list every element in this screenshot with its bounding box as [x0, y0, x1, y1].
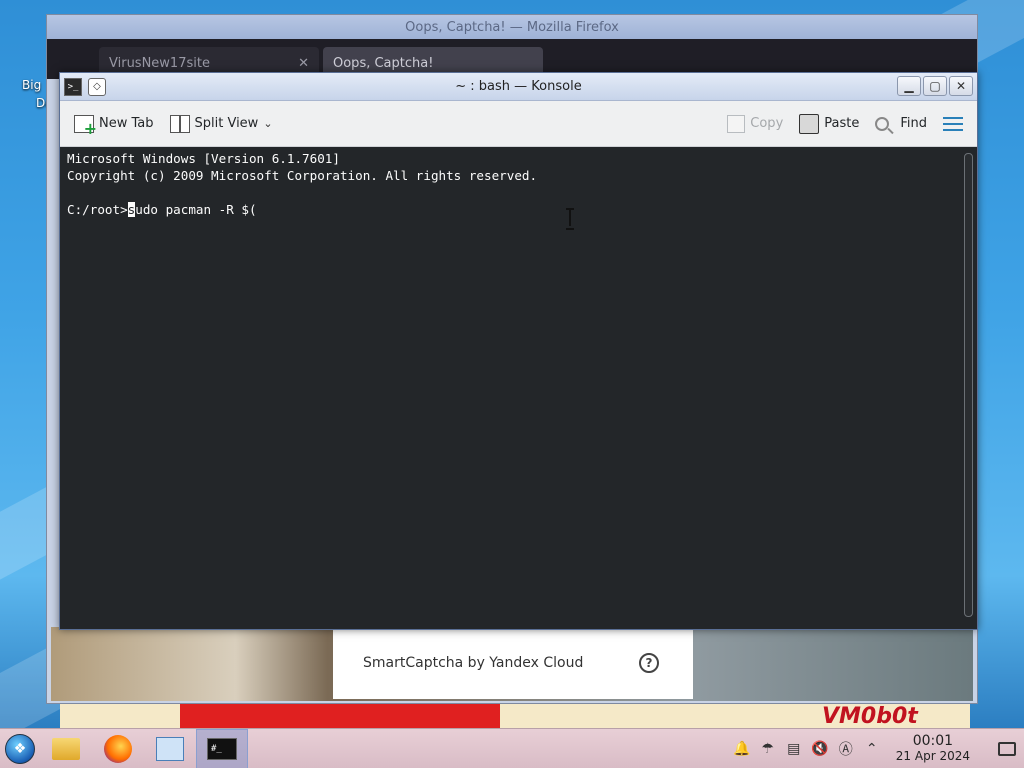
split-view-label: Split View — [194, 116, 259, 131]
taskbar-app-remote-desktop[interactable] — [144, 729, 196, 768]
clock-date: 21 Apr 2024 — [895, 748, 970, 763]
terminal-prompt: C:/root> — [67, 202, 128, 217]
copy-label: Copy — [750, 116, 784, 131]
konsole-toolbar: New Tab Split View ⌄ Copy Paste Find — [60, 101, 977, 147]
window-title: ~ : bash — Konsole — [455, 79, 582, 94]
terminal-icon: #_ — [207, 737, 237, 760]
tab-label: VirusNew17site — [109, 55, 210, 71]
copy-button[interactable]: Copy — [727, 109, 783, 139]
close-button[interactable]: ✕ — [949, 76, 973, 96]
close-icon[interactable]: ✕ — [298, 56, 309, 71]
firefox-window-title: Oops, Captcha! — Mozilla Firefox — [405, 19, 619, 35]
new-tab-button[interactable]: New Tab — [74, 109, 154, 139]
hamburger-menu-icon — [943, 116, 963, 131]
page-background-image: SmartCaptcha by Yandex Cloud ? — [51, 627, 973, 701]
keep-above-icon[interactable]: ◇ — [88, 77, 106, 96]
tab-label: Oops, Captcha! — [333, 55, 434, 71]
find-label: Find — [900, 116, 927, 131]
split-view-icon — [169, 114, 190, 133]
chevron-down-icon[interactable]: ⌄ — [263, 117, 272, 130]
remote-desktop-icon — [156, 736, 184, 761]
terminal-line: Microsoft Windows [Version 6.1.7601] — [67, 151, 340, 166]
konsole-window[interactable]: >_ ◇ ~ : bash — Konsole ▁ ▢ ✕ New Tab Sp… — [59, 72, 978, 630]
konsole-app-icon[interactable]: >_ — [64, 77, 82, 96]
konsole-titlebar[interactable]: >_ ◇ ~ : bash — Konsole ▁ ▢ ✕ — [60, 73, 977, 101]
mouse-ibeam-cursor — [566, 208, 574, 230]
clock-time: 00:01 — [912, 732, 954, 749]
window-controls: ▁ ▢ ✕ — [897, 76, 973, 96]
wallpaper-corner-text: VM0b0t — [822, 704, 918, 729]
clock[interactable]: 00:01 21 Apr 2024 — [895, 732, 970, 764]
taskbar-app-firefox[interactable] — [92, 729, 144, 768]
firefox-icon — [104, 734, 132, 763]
start-button[interactable]: ❖ — [0, 729, 40, 768]
taskbar-app-konsole[interactable]: #_ — [196, 728, 248, 768]
firefox-titlebar[interactable]: Oops, Captcha! — Mozilla Firefox — [47, 15, 977, 39]
copy-icon — [727, 114, 746, 133]
captcha-brand-text[interactable]: SmartCaptcha by Yandex Cloud — [363, 655, 583, 671]
help-icon[interactable]: ? — [639, 653, 659, 673]
terminal-line: Copyright (c) 2009 Microsoft Corporation… — [67, 168, 538, 183]
input-method-icon[interactable]: Ⓐ — [838, 741, 854, 758]
paste-icon — [799, 113, 820, 134]
terminal-output[interactable]: Microsoft Windows [Version 6.1.7601] Cop… — [60, 148, 959, 629]
maximize-button[interactable]: ▢ — [923, 76, 947, 96]
show-desktop-icon[interactable] — [998, 741, 1016, 756]
minimize-button[interactable]: ▁ — [897, 76, 921, 96]
split-view-button[interactable]: Split View ⌄ — [169, 109, 273, 139]
taskbar-app-file-manager[interactable] — [40, 729, 92, 768]
network-icon[interactable]: ☂ — [760, 741, 776, 757]
find-button[interactable]: Find — [875, 109, 927, 139]
windows-logo-icon: ❖ — [5, 733, 35, 764]
volume-muted-icon[interactable]: 🔇 — [811, 741, 828, 757]
taskbar: ❖ #_ 🔔 ☂ ▤ 🔇 Ⓐ ⌃ 00:01 21 Apr 2024 — [0, 728, 1024, 768]
new-tab-label: New Tab — [99, 116, 154, 131]
folder-icon — [52, 737, 80, 760]
desktop-icon-label[interactable]: Big — [22, 78, 41, 92]
terminal-scrollbar[interactable] — [964, 153, 973, 617]
terminal-command: udo pacman -R $( — [135, 202, 257, 217]
paste-button[interactable]: Paste — [799, 109, 859, 139]
new-tab-icon — [74, 114, 97, 138]
notifications-icon[interactable]: 🔔 — [733, 741, 750, 757]
search-icon — [875, 116, 890, 131]
paste-label: Paste — [824, 116, 860, 131]
system-tray: 🔔 ☂ ▤ 🔇 Ⓐ ⌃ 00:01 21 Apr 2024 — [733, 732, 1024, 764]
captcha-footer: SmartCaptcha by Yandex Cloud ? — [333, 627, 693, 699]
clipboard-icon[interactable]: ▤ — [786, 741, 802, 757]
chevron-up-icon[interactable]: ⌃ — [864, 741, 880, 757]
hamburger-menu-button[interactable] — [943, 109, 963, 139]
